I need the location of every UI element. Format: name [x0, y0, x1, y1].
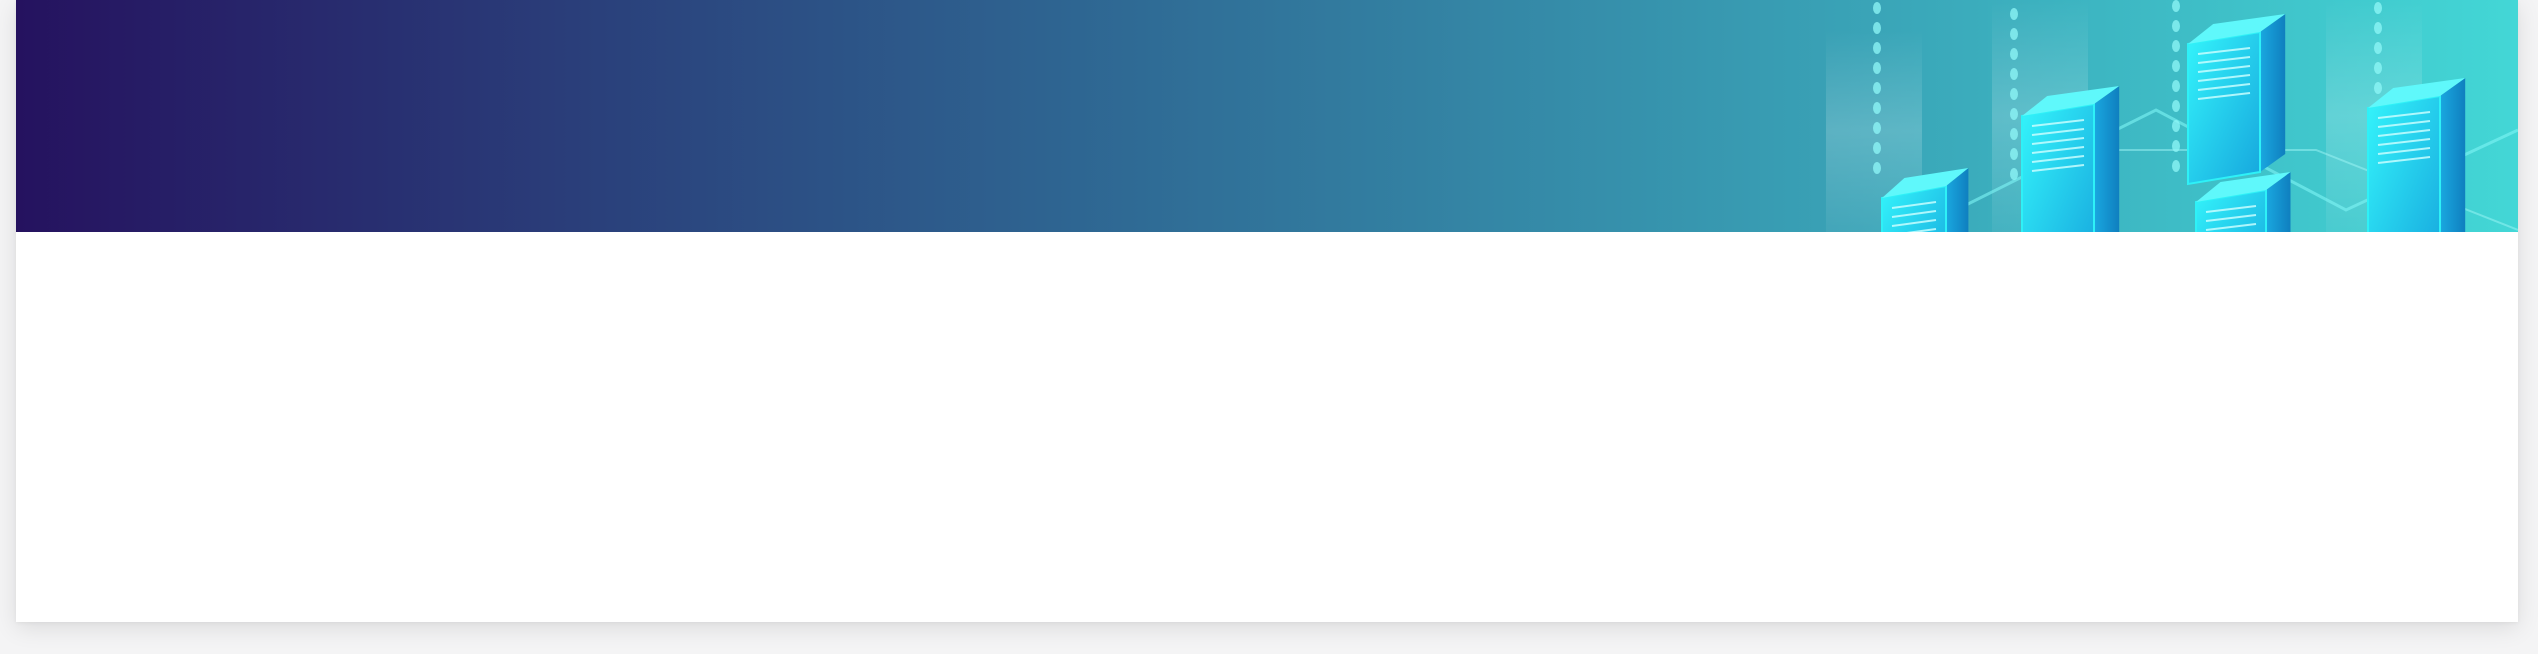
- light-dot: [2374, 62, 2382, 74]
- light-dot: [2172, 0, 2180, 12]
- light-dot: [2374, 22, 2382, 34]
- banner-graphic: [16, 0, 2518, 232]
- light-dot: [2010, 128, 2018, 140]
- light-dot: [1873, 62, 1881, 74]
- light-dot: [2010, 28, 2018, 40]
- light-dot: [1873, 162, 1881, 174]
- light-dot: [2010, 108, 2018, 120]
- light-dot: [2172, 140, 2180, 152]
- light-dot: [2172, 160, 2180, 172]
- content-area: [16, 232, 2518, 622]
- header-banner: [16, 0, 2518, 232]
- light-dot: [2172, 100, 2180, 112]
- server-rack-side: [2440, 78, 2466, 232]
- light-dot: [1873, 102, 1881, 114]
- light-dot: [1873, 142, 1881, 154]
- light-dot: [2374, 82, 2382, 94]
- light-dot: [2172, 40, 2180, 52]
- light-dot: [2010, 148, 2018, 160]
- light-dot: [2374, 42, 2382, 54]
- light-dot: [2172, 60, 2180, 72]
- light-dot: [1873, 2, 1881, 14]
- light-dot: [2172, 120, 2180, 132]
- server-rack-side: [2260, 14, 2286, 172]
- server-rack-front: [2367, 94, 2441, 232]
- light-dot: [2010, 88, 2018, 100]
- light-dot: [2010, 48, 2018, 60]
- light-dot: [1873, 122, 1881, 134]
- light-dot: [1873, 22, 1881, 34]
- light-dot: [1873, 42, 1881, 54]
- light-dot: [2172, 20, 2180, 32]
- light-dot: [2010, 168, 2018, 180]
- light-dot: [1873, 82, 1881, 94]
- light-dot: [2374, 2, 2382, 14]
- server-rack-side: [2094, 86, 2120, 232]
- light-dot: [2010, 68, 2018, 80]
- banner-card: [16, 0, 2518, 622]
- light-dot: [2172, 80, 2180, 92]
- light-dot: [2010, 8, 2018, 20]
